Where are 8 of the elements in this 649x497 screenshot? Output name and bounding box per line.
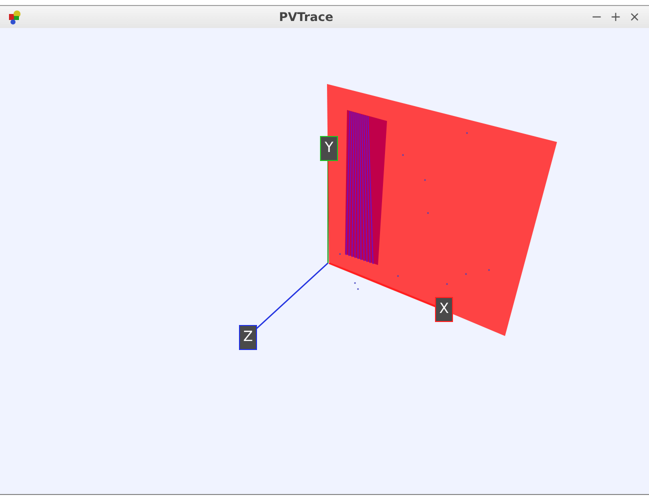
window-title: PVTrace xyxy=(278,9,334,26)
axis-label: Y xyxy=(320,136,338,161)
axis-label: X xyxy=(435,297,453,322)
axis-label: Z xyxy=(239,325,257,350)
window-control-button[interactable]: × xyxy=(628,10,641,24)
window-control-button[interactable]: + xyxy=(609,10,622,24)
window-control-button[interactable]: − xyxy=(590,10,604,24)
app-icon xyxy=(8,9,22,25)
